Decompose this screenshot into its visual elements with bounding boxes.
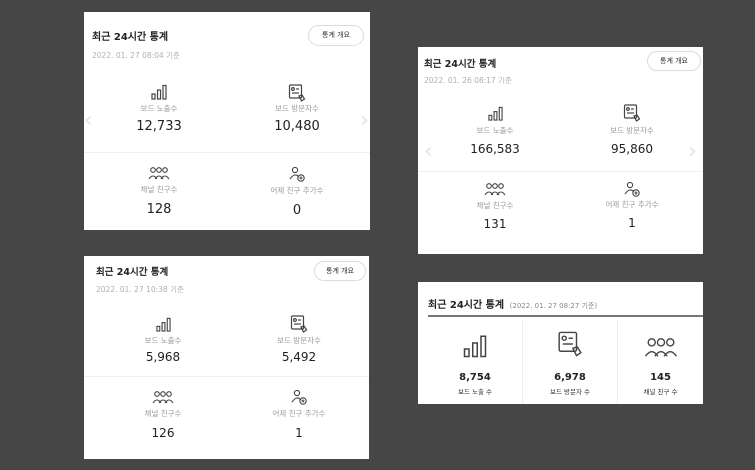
visitor-icon xyxy=(288,84,306,102)
card-title: 최근 24시간 통계 xyxy=(96,267,169,278)
visitor-icon xyxy=(623,104,641,122)
stats-overview-button[interactable]: 통계 개요 xyxy=(647,51,701,71)
stat-channel-friends: 채널 친구수 128 xyxy=(104,166,214,217)
stat-value: 12,733 xyxy=(136,119,182,134)
stat-value: 5,968 xyxy=(145,350,181,364)
stat-label: 어제 친구 추가수 xyxy=(605,200,659,209)
card-date: (2022. 01. 27 08:27 기준) xyxy=(509,302,598,310)
divider xyxy=(418,171,703,172)
next-arrow-icon[interactable]: › xyxy=(360,108,369,133)
stat-value: 128 xyxy=(146,202,172,217)
stat-yesterday-added-friends: 어제 친구 추가수 1 xyxy=(577,181,687,230)
stats-overview-button[interactable]: 통계 개요 xyxy=(314,261,366,281)
stat-label: 채널 친구수 xyxy=(140,185,178,194)
stat-label: 채널 친구수 xyxy=(476,201,514,210)
stat-board-impressions: 8,754 보드 노출 수 xyxy=(428,326,522,404)
stat-value: 131 xyxy=(483,217,507,231)
stat-yesterday-added-friends: 어제 친구 추가수 1 xyxy=(244,389,354,440)
friends-icon xyxy=(148,167,170,180)
stat-label: 보드 방문자수 xyxy=(610,126,654,135)
stat-board-visitors: 보드 방문자수 5,492 xyxy=(244,315,354,364)
stat-board-impressions: 보드 노출수 166,583 xyxy=(440,106,550,156)
stat-label: 보드 노출수 xyxy=(144,336,182,345)
stat-value: 1 xyxy=(295,426,303,440)
divider xyxy=(84,376,369,377)
bar-chart-icon xyxy=(151,84,167,100)
stats-overview-button[interactable]: 통계 개요 xyxy=(308,25,364,46)
stat-board-impressions: 보드 노출수 5,968 xyxy=(108,317,218,364)
prev-arrow-icon[interactable]: ‹ xyxy=(84,108,93,133)
friends-icon xyxy=(484,183,506,196)
stat-value: 8,754 xyxy=(459,372,491,383)
bar-chart-icon xyxy=(487,106,503,121)
stat-value: 1 xyxy=(628,216,636,230)
friends-icon xyxy=(152,391,174,404)
stats-card-1: 최근 24시간 통계 2022. 01. 27 08:04 기준 통계 개요 ‹… xyxy=(84,12,370,230)
stat-board-impressions: 보드 노출수 12,733 xyxy=(104,84,214,134)
stat-yesterday-added-friends: 어제 친구 추가수 0 xyxy=(242,166,352,218)
stat-channel-friends: 채널 친구수 131 xyxy=(440,182,550,231)
stat-value: 5,492 xyxy=(281,350,317,364)
stat-label: 채널 친구수 xyxy=(144,409,182,418)
stat-value: 166,583 xyxy=(470,142,520,156)
stats-card-2: 최근 24시간 통계 2022. 01. 26 08:17 기준 통계 개요 ‹… xyxy=(418,47,703,254)
stat-label: 어제 친구 추가수 xyxy=(272,409,326,418)
stat-board-visitors: 보드 방문자수 95,860 xyxy=(577,104,687,156)
prev-arrow-icon[interactable]: ‹ xyxy=(424,139,433,164)
stats-card-4: 최근 24시간 통계 (2022. 01. 27 08:27 기준) 8,754… xyxy=(418,282,703,404)
add-friend-icon xyxy=(291,389,307,405)
stat-value: 95,860 xyxy=(611,142,653,156)
stat-label: 보드 방문자 수 xyxy=(549,388,590,396)
header-divider xyxy=(428,315,703,317)
bar-chart-icon xyxy=(155,317,171,332)
friends-icon xyxy=(644,338,677,357)
stats-card-3: 최근 24시간 통계 2022. 01. 27 10:38 기준 통계 개요 보… xyxy=(84,256,369,459)
stat-label: 보드 방문자수 xyxy=(277,336,321,345)
stat-channel-friends: 채널 친구수 126 xyxy=(108,390,218,440)
next-arrow-icon[interactable]: › xyxy=(688,139,697,164)
card-title: 최근 24시간 통계 xyxy=(428,300,505,311)
card-title: 최근 24시간 통계 xyxy=(424,59,497,70)
stat-board-visitors: 6,978 보드 방문자 수 xyxy=(523,326,617,404)
stat-label: 채널 친구 수 xyxy=(643,388,678,396)
visitor-icon xyxy=(290,315,308,333)
card-date: 2022. 01. 26 08:17 기준 xyxy=(424,76,512,85)
stat-value: 0 xyxy=(292,203,302,218)
card-header: 최근 24시간 통계 (2022. 01. 27 08:27 기준) xyxy=(428,293,597,312)
stat-label: 보드 노출수 xyxy=(140,104,178,113)
add-friend-icon xyxy=(289,166,305,182)
card-date: 2022. 01. 27 10:38 기준 xyxy=(96,285,184,294)
card-title: 최근 24시간 통계 xyxy=(92,32,169,43)
stat-value: 145 xyxy=(650,372,671,383)
stat-board-visitors: 보드 방문자수 10,480 xyxy=(242,84,352,134)
stat-value: 126 xyxy=(151,426,175,440)
stat-label: 보드 노출 수 xyxy=(457,388,493,396)
bar-chart-icon xyxy=(463,335,487,358)
visitor-icon xyxy=(558,331,582,357)
stat-channel-friends: 145 채널 친구 수 xyxy=(618,326,703,404)
stat-label: 보드 방문자수 xyxy=(275,104,319,113)
divider xyxy=(84,152,370,153)
stat-label: 보드 노출수 xyxy=(476,126,514,135)
stat-label: 어제 친구 추가수 xyxy=(270,186,324,195)
stat-value: 10,480 xyxy=(274,119,320,134)
add-friend-icon xyxy=(624,181,640,197)
card-date: 2022. 01. 27 08:04 기준 xyxy=(92,51,180,60)
stat-value: 6,978 xyxy=(554,372,586,383)
